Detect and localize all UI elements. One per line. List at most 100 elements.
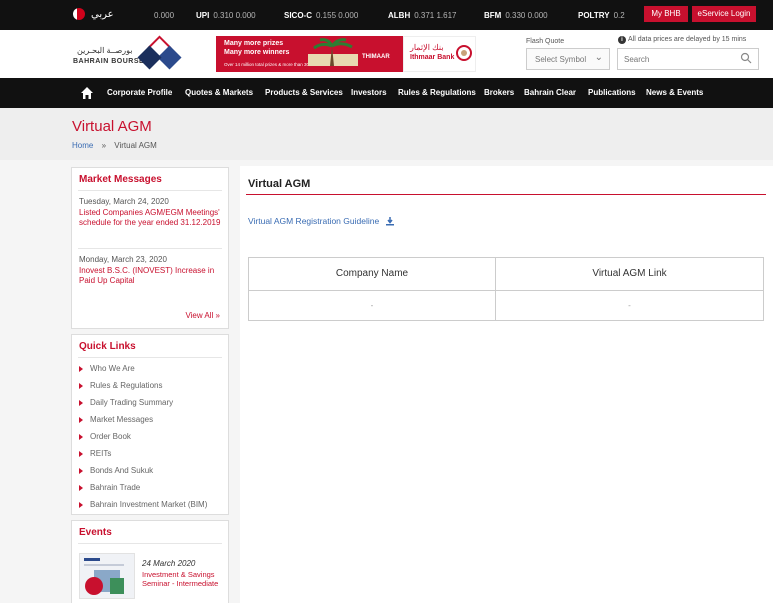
- quick-link-label: Bahrain Trade: [90, 483, 141, 492]
- page-title-bar: Virtual AGM Home » Virtual AGM: [0, 108, 773, 160]
- quick-link-order-book[interactable]: Order Book: [79, 432, 131, 441]
- events-panel: Events 24 March 2020 Investment & Saving…: [71, 520, 229, 603]
- ithmaar-english: Ithmaar Bank: [410, 54, 455, 61]
- symbol-select[interactable]: Select Symbol ⌄: [526, 48, 610, 70]
- ticker-item[interactable]: POLTRY 0.2: [578, 11, 625, 20]
- ticker-item[interactable]: ALBH 0.371 1.617: [388, 11, 456, 20]
- arrow-right-icon: [79, 450, 83, 457]
- ithmaar-ad-banner[interactable]: Many more prizes Many more winners Over …: [216, 36, 476, 72]
- ticker-item[interactable]: 0.000: [150, 11, 174, 20]
- event-thumbnail[interactable]: [79, 553, 135, 599]
- quick-link-who-we-are[interactable]: Who We Are: [79, 364, 135, 373]
- banner-promo: Many more prizes Many more winners Over …: [216, 36, 403, 72]
- ticker-values: 0.2: [613, 11, 625, 20]
- main-content: Virtual AGM Virtual AGM Registration Gui…: [240, 166, 773, 603]
- quick-link-daily-trading-summary[interactable]: Daily Trading Summary: [79, 398, 173, 407]
- download-icon: [386, 217, 395, 226]
- divider: [78, 357, 222, 358]
- language-label: عربي: [91, 8, 114, 20]
- nav-item-quotes-markets[interactable]: Quotes & Markets: [185, 88, 253, 97]
- eservice-login-button[interactable]: eService Login: [692, 6, 756, 22]
- nav-item-investors[interactable]: Investors: [351, 88, 387, 97]
- page: عربي 0.000 UPI 0.310 0.000 SICO-C 0.155 0.…: [0, 0, 773, 603]
- quick-link-reits[interactable]: REITs: [79, 449, 111, 458]
- arrow-right-icon: [79, 433, 83, 440]
- quick-link-label: Order Book: [90, 432, 131, 441]
- ticker-item[interactable]: UPI 0.310 0.000: [196, 11, 256, 20]
- divider: [78, 190, 222, 191]
- section-title: Virtual AGM: [248, 178, 311, 190]
- message-date: Tuesday, March 24, 2020: [79, 197, 169, 206]
- my-bhb-button[interactable]: My BHB: [644, 6, 688, 22]
- quick-link-bonds-sukuk[interactable]: Bonds And Sukuk: [79, 466, 153, 475]
- ithmaar-arabic: بنك الإثمار: [410, 43, 444, 52]
- nav-item-brokers[interactable]: Brokers: [484, 88, 514, 97]
- ticker-values: 0.155 0.000: [316, 11, 359, 20]
- bahrain-bourse-logo[interactable]: بورصــة البحـرين BAHRAIN BOURSE: [73, 35, 193, 72]
- nav-item-rules-regulations[interactable]: Rules & Regulations: [398, 88, 476, 97]
- site-header: بورصــة البحـرين BAHRAIN BOURSE Many mor…: [0, 30, 773, 78]
- search-input[interactable]: [618, 49, 736, 69]
- nav-item-publications[interactable]: Publications: [588, 88, 636, 97]
- quick-links-title: Quick Links: [79, 341, 136, 352]
- nav-item-corporate-profile[interactable]: Corporate Profile: [107, 88, 172, 97]
- title-underline: [246, 194, 766, 195]
- ticker-bar: عربي 0.000 UPI 0.310 0.000 SICO-C 0.155 0.…: [0, 0, 773, 30]
- event-title-link[interactable]: Investment & Savings Seminar - Intermedi…: [142, 570, 226, 588]
- quick-link-label: Rules & Regulations: [90, 381, 163, 390]
- arrow-right-icon: [79, 501, 83, 508]
- banner-headline: Many more prizes: [224, 40, 284, 47]
- arrow-right-icon: [79, 382, 83, 389]
- virtual-agm-table: Company Name Virtual AGM Link - -: [248, 257, 764, 321]
- banner-headline: Many more winners: [224, 49, 290, 56]
- info-icon: i: [618, 36, 626, 44]
- flash-quote-label: Flash Quote: [526, 38, 565, 45]
- message-date: Monday, March 23, 2020: [79, 255, 167, 264]
- breadcrumb-current: Virtual AGM: [114, 141, 157, 150]
- breadcrumb-separator: »: [101, 141, 107, 150]
- palm-tree-icon: [308, 38, 358, 66]
- divider: [78, 248, 222, 249]
- ticker-values: 0.310 0.000: [213, 11, 256, 20]
- market-messages-title: Market Messages: [79, 174, 162, 185]
- home-icon[interactable]: [80, 86, 94, 100]
- ticker-values: 0.371 1.617: [414, 11, 457, 20]
- bahrain-flag-icon: [73, 8, 85, 20]
- language-switch[interactable]: عربي: [73, 8, 114, 20]
- arrow-right-icon: [79, 416, 83, 423]
- ticker-symbol: UPI: [196, 11, 210, 20]
- chevron-down-icon: ⌄: [594, 52, 603, 63]
- breadcrumb-home-link[interactable]: Home: [72, 141, 93, 150]
- registration-guideline-link[interactable]: Virtual AGM Registration Guideline: [248, 216, 395, 226]
- column-header: Virtual AGM Link: [592, 268, 667, 279]
- arrow-right-icon: [79, 467, 83, 474]
- search-box: [617, 48, 759, 70]
- arrow-right-icon: [79, 399, 83, 406]
- quick-link-market-messages[interactable]: Market Messages: [79, 415, 153, 424]
- view-all-link[interactable]: View All »: [185, 311, 220, 320]
- arrow-right-icon: [79, 484, 83, 491]
- quick-link-label: Who We Are: [90, 364, 135, 373]
- market-messages-panel: Market Messages Tuesday, March 24, 2020 …: [71, 167, 229, 329]
- table-cell: -: [628, 301, 631, 310]
- table-cell: -: [370, 301, 374, 310]
- message-link[interactable]: Listed Companies AGM/EGM Meetings' sched…: [79, 208, 225, 228]
- logo-english-text: BAHRAIN BOURSE: [73, 58, 145, 65]
- ticker-item[interactable]: BFM 0.330 0.000: [484, 11, 548, 20]
- quick-link-bahrain-trade[interactable]: Bahrain Trade: [79, 483, 140, 492]
- message-link[interactable]: Inovest B.S.C. (INOVEST) Increase in Pai…: [79, 266, 225, 286]
- nav-item-bahrain-clear[interactable]: Bahrain Clear: [524, 88, 576, 97]
- logo-arabic-text: بورصــة البحـرين: [77, 46, 133, 55]
- quick-link-label: Daily Trading Summary: [90, 398, 174, 407]
- ticker-item[interactable]: SICO-C 0.155 0.000: [284, 11, 358, 20]
- nav-item-news-events[interactable]: News & Events: [646, 88, 703, 97]
- quick-link-label: Bahrain Investment Market (BIM): [90, 500, 208, 509]
- main-nav: Corporate Profile Quotes & Markets Produ…: [0, 78, 773, 108]
- event-date: 24 March 2020: [142, 559, 196, 568]
- search-icon[interactable]: [740, 52, 752, 64]
- quick-link-bim[interactable]: Bahrain Investment Market (BIM): [79, 500, 207, 509]
- quick-link-rules-regulations[interactable]: Rules & Regulations: [79, 381, 162, 390]
- delay-notice: i All data prices are delayed by 15 mins: [618, 36, 746, 44]
- nav-item-products-services[interactable]: Products & Services: [265, 88, 343, 97]
- symbol-select-value: Select Symbol: [535, 55, 587, 64]
